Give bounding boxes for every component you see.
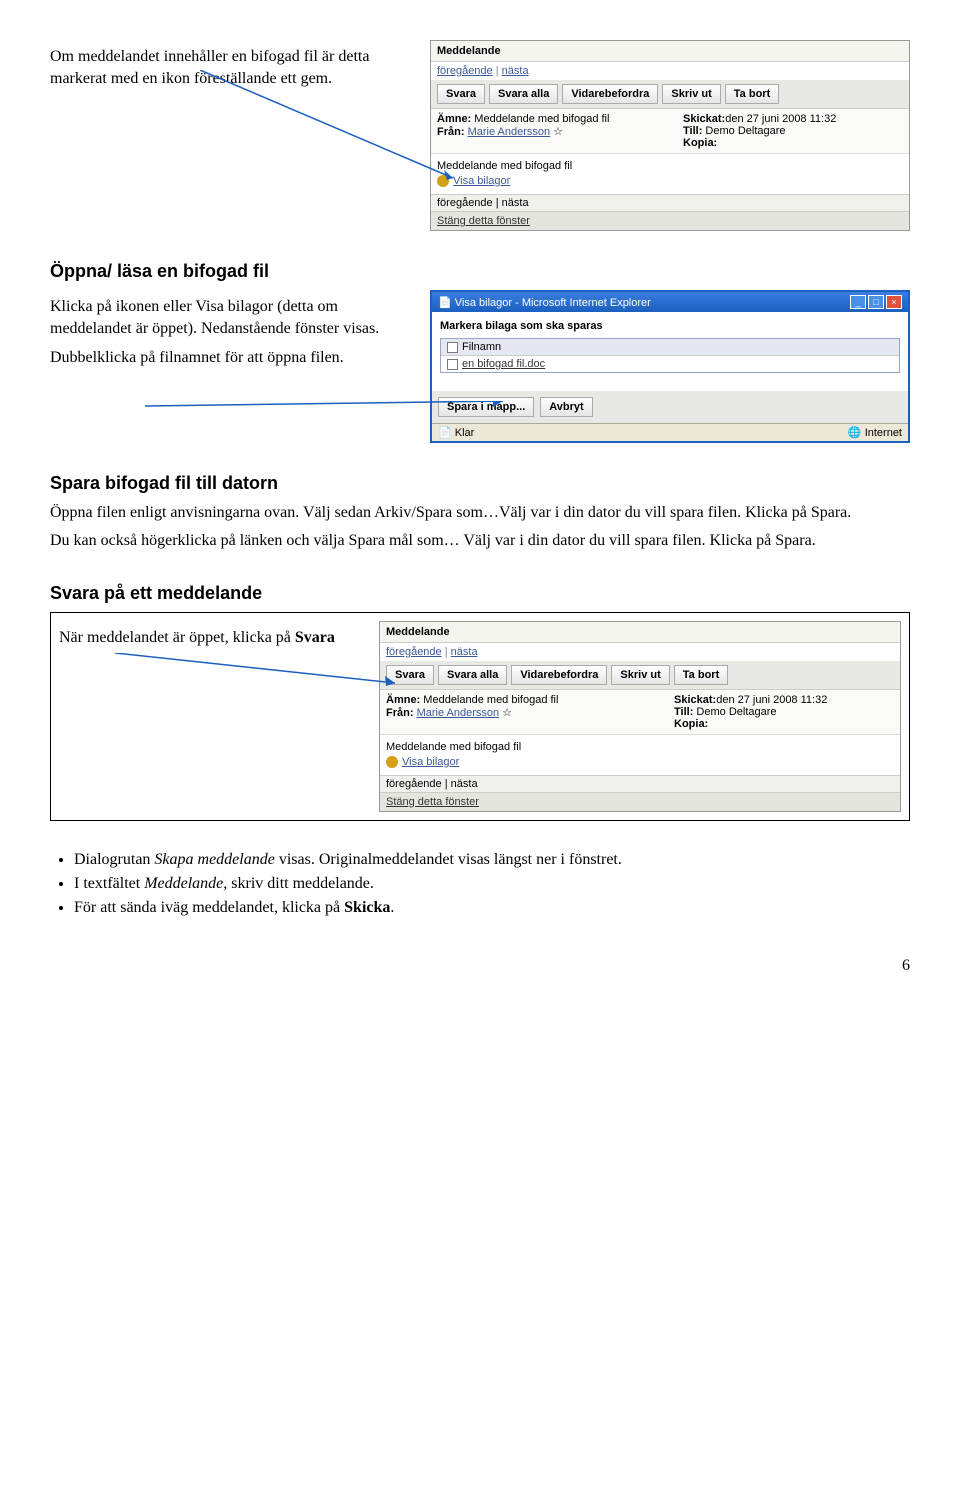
msg-body-2: Meddelande med bifogad fil Visa bilagor — [380, 735, 900, 775]
amne-value: Meddelande med bifogad fil — [474, 113, 609, 125]
status-right: Internet — [865, 427, 902, 439]
msg-nav-bottom-2: föregående | nästa — [380, 775, 900, 792]
msg-meta-2: Ämne: Meddelande med bifogad fil Från: M… — [380, 690, 900, 735]
attach-row-2[interactable]: Visa bilagor — [386, 756, 894, 768]
msg-body-text: Meddelande med bifogad fil — [437, 160, 903, 172]
amne-label: Ämne: — [437, 113, 471, 125]
msg-window-reply: Meddelande föregående | nästa Svara Svar… — [379, 621, 901, 812]
next-link-2[interactable]: nästa — [451, 646, 478, 658]
ie-body: Markera bilaga som ska sparas Filnamn en… — [432, 312, 908, 381]
close-window-link[interactable]: Stäng detta fönster — [431, 211, 909, 230]
attach-row[interactable]: Visa bilagor — [437, 175, 903, 187]
msg-meta: Ämne: Meddelande med bifogad fil Från: M… — [431, 109, 909, 154]
till-value: Demo Deltagare — [705, 125, 785, 137]
next-link-bottom[interactable]: nästa — [502, 197, 529, 209]
minimize-icon[interactable]: _ — [850, 295, 866, 309]
vidarebefordra-button[interactable]: Vidarebefordra — [562, 84, 658, 104]
ie-window: 📄 Visa bilagor - Microsoft Internet Expl… — [430, 290, 910, 443]
kopia-label: Kopia: — [683, 137, 717, 149]
svara-alla-button-2[interactable]: Svara alla — [438, 665, 507, 685]
ie-heading: Markera bilaga som ska sparas — [440, 320, 900, 332]
msg-nav-bottom: föregående | nästa — [431, 194, 909, 211]
ie-button-row: Spara i mapp... Avbryt — [432, 391, 908, 423]
fran-label: Från: — [437, 126, 465, 138]
bullet-2: I textfältet Meddelande, skriv ditt medd… — [74, 875, 910, 893]
msg-body: Meddelande med bifogad fil Visa bilagor — [431, 154, 909, 194]
heading-open: Öppna/ läsa en bifogad fil — [50, 261, 910, 282]
prev-link-2[interactable]: föregående — [386, 646, 442, 658]
msg-window: Meddelande föregående | nästa Svara Svar… — [430, 40, 910, 231]
bullet-list: Dialogrutan Skapa meddelande visas. Orig… — [50, 851, 910, 917]
svara-button[interactable]: Svara — [437, 84, 485, 104]
next-link[interactable]: nästa — [502, 65, 529, 77]
heading-reply: Svara på ett meddelande — [50, 583, 910, 604]
ie-titlebar: 📄 Visa bilagor - Microsoft Internet Expl… — [432, 292, 908, 312]
close-icon[interactable]: × — [886, 295, 902, 309]
section-save-attachment: Spara bifogad fil till datorn Öppna file… — [50, 473, 910, 553]
para-open1: Klicka på ikonen eller Visa bilagor (det… — [50, 296, 410, 341]
maximize-icon[interactable]: □ — [868, 295, 884, 309]
message-window-1: Meddelande föregående | nästa Svara Svar… — [430, 40, 910, 231]
para-save1: Öppna filen enligt anvisningarna ovan. V… — [50, 502, 910, 524]
para-open2: Dubbelklicka på filnamnet för att öppna … — [50, 347, 410, 369]
paperclip-icon — [437, 175, 449, 187]
skriv-ut-button[interactable]: Skriv ut — [662, 84, 720, 104]
prev-link[interactable]: föregående — [437, 65, 493, 77]
page-number: 6 — [50, 957, 910, 975]
msg-title-2: Meddelande — [380, 622, 900, 643]
section-open-attachment: Öppna/ läsa en bifogad fil Klicka på iko… — [50, 261, 910, 443]
ie-statusbar: 📄 Klar 🌐 Internet — [432, 423, 908, 441]
select-all-checkbox[interactable] — [447, 342, 458, 353]
para-attach-icon: Om meddelandet innehåller en bifogad fil… — [50, 46, 410, 91]
msg-title: Meddelande — [431, 41, 909, 62]
status-left: Klar — [455, 427, 475, 439]
window-controls: _ □ × — [850, 295, 902, 309]
ta-bort-button[interactable]: Ta bort — [725, 84, 779, 104]
ta-bort-button-2[interactable]: Ta bort — [674, 665, 728, 685]
msg-toolbar: Svara Svara alla Vidarebefordra Skriv ut… — [431, 80, 909, 109]
save-to-folder-button[interactable]: Spara i mapp... — [438, 397, 534, 417]
ie-title: Visa bilagor - Microsoft Internet Explor… — [455, 297, 651, 309]
file-checkbox[interactable] — [447, 359, 458, 370]
visa-bilagor-link[interactable]: Visa bilagor — [453, 175, 510, 187]
till-label: Till: — [683, 125, 702, 137]
para-save2: Du kan också högerklicka på länken och v… — [50, 530, 910, 552]
bullet-1: Dialogrutan Skapa meddelande visas. Orig… — [74, 851, 910, 869]
para-reply: När meddelandet är öppet, klicka på Svar… — [59, 627, 359, 649]
file-name[interactable]: en bifogad fil.doc — [462, 358, 545, 370]
msg-toolbar-2: Svara Svara alla Vidarebefordra Skriv ut… — [380, 661, 900, 690]
bullet-3: För att sända iväg meddelandet, klicka p… — [74, 899, 910, 917]
heading-save: Spara bifogad fil till datorn — [50, 473, 910, 494]
skriv-ut-button-2[interactable]: Skriv ut — [611, 665, 669, 685]
prev-link-bottom[interactable]: föregående — [437, 197, 493, 209]
file-table-header: Filnamn — [441, 339, 899, 355]
vidarebefordra-button-2[interactable]: Vidarebefordra — [511, 665, 607, 685]
msg-nav-top: föregående | nästa — [431, 62, 909, 80]
msg-nav-top-2: föregående | nästa — [380, 643, 900, 661]
fran-value[interactable]: Marie Andersson — [468, 126, 551, 138]
svara-button-2[interactable]: Svara — [386, 665, 434, 685]
section-attachment-icon: Om meddelandet innehåller en bifogad fil… — [50, 40, 910, 231]
section1-text: Om meddelandet innehåller en bifogad fil… — [50, 40, 410, 97]
file-row[interactable]: en bifogad fil.doc — [441, 355, 899, 372]
col-filename: Filnamn — [462, 341, 501, 353]
paperclip-icon — [386, 756, 398, 768]
skickat-label: Skickat: — [683, 113, 725, 125]
file-table: Filnamn en bifogad fil.doc — [440, 338, 900, 373]
close-window-link-2[interactable]: Stäng detta fönster — [380, 792, 900, 811]
svara-alla-button[interactable]: Svara alla — [489, 84, 558, 104]
skickat-value: den 27 juni 2008 11:32 — [725, 113, 836, 125]
section-reply: Svara på ett meddelande När meddelandet … — [50, 583, 910, 821]
cancel-button[interactable]: Avbryt — [540, 397, 592, 417]
